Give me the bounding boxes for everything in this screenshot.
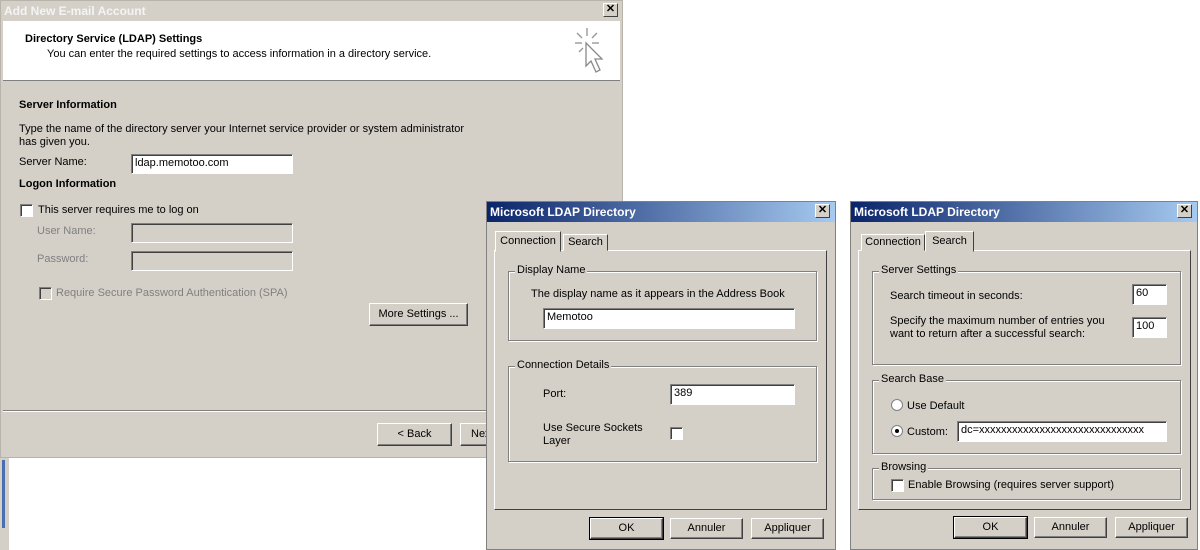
wizard-header: Directory Service (LDAP) Settings You ca…: [3, 21, 620, 81]
server-name-label: Server Name:: [19, 156, 87, 168]
browsing-legend: Browsing: [879, 461, 929, 473]
use-default-radio[interactable]: [891, 399, 903, 411]
tab-connection[interactable]: Connection: [861, 234, 925, 251]
ldap-dialog-connection: Microsoft LDAP Directory ✕ Connection Se…: [486, 201, 836, 550]
password-label: Password:: [37, 253, 89, 265]
apply-button[interactable]: Appliquer: [1115, 517, 1188, 538]
tab-search[interactable]: Search: [563, 234, 608, 251]
apply-button[interactable]: Appliquer: [751, 518, 824, 539]
more-settings-button[interactable]: More Settings ...: [369, 303, 468, 326]
logon-required-label: This server requires me to log on: [38, 204, 199, 216]
header-title: Directory Service (LDAP) Settings: [25, 33, 203, 45]
window-title: Add New E-mail Account: [4, 4, 146, 18]
logon-info-heading: Logon Information: [19, 178, 117, 190]
ssl-label-line1: Use Secure Sockets: [543, 422, 643, 434]
ldap-dialog-search: Microsoft LDAP Directory ✕ Connection Se…: [850, 201, 1198, 550]
search-base-group: Search Base: [872, 373, 1181, 454]
server-info-heading: Server Information: [19, 99, 117, 111]
back-button[interactable]: < Back: [377, 423, 452, 446]
tab-search[interactable]: Search: [925, 231, 974, 252]
custom-base-input[interactable]: dc=xxxxxxxxxxxxxxxxxxxxxxxxxxxxxx: [957, 421, 1167, 442]
connection-details-group: Connection Details: [508, 359, 817, 462]
title-bar: Add New E-mail Account ✕: [1, 1, 622, 21]
close-button[interactable]: ✕: [815, 204, 830, 218]
use-default-label: Use Default: [907, 400, 965, 412]
server-name-input[interactable]: ldap.memotoo.com: [131, 154, 293, 174]
display-name-description: The display name as it appears in the Ad…: [531, 288, 785, 300]
server-info-desc-2: has given you.: [19, 136, 90, 148]
ssl-label-line2: Layer: [543, 435, 571, 447]
header-subtitle: You can enter the required settings to a…: [47, 48, 432, 60]
dialog-title: Microsoft LDAP Directory: [490, 205, 636, 219]
tab-connection[interactable]: Connection: [495, 231, 561, 252]
server-info-desc-1: Type the name of the directory server yo…: [19, 123, 465, 135]
username-label: User Name:: [37, 225, 96, 237]
enable-browsing-checkbox[interactable]: [891, 479, 904, 492]
connection-details-legend: Connection Details: [515, 359, 612, 371]
timeout-input[interactable]: 60: [1132, 284, 1167, 305]
display-name-group: Display Name: [508, 264, 817, 341]
dialog-title: Microsoft LDAP Directory: [854, 205, 1000, 219]
display-name-legend: Display Name: [515, 264, 588, 276]
spa-label: Require Secure Password Authentication (…: [56, 287, 288, 299]
cursor-sparkle-icon: [575, 28, 604, 73]
max-entries-label-2: want to return after a successful search…: [890, 328, 1086, 340]
ssl-checkbox[interactable]: [670, 427, 683, 440]
logon-required-checkbox[interactable]: [20, 204, 33, 217]
port-input[interactable]: 389: [670, 384, 795, 405]
custom-label: Custom:: [907, 426, 948, 438]
background-window-edge: [0, 458, 9, 550]
spa-checkbox[interactable]: [39, 287, 52, 300]
enable-browsing-label: Enable Browsing (requires server support…: [908, 479, 1115, 491]
close-button[interactable]: ✕: [603, 3, 618, 17]
cancel-button[interactable]: Annuler: [1034, 517, 1107, 538]
server-settings-legend: Server Settings: [879, 264, 959, 276]
ok-button[interactable]: OK: [589, 517, 664, 540]
close-button[interactable]: ✕: [1177, 204, 1192, 218]
ok-button[interactable]: OK: [953, 516, 1028, 539]
password-input[interactable]: [131, 251, 293, 271]
display-name-input[interactable]: Memotoo: [543, 308, 795, 329]
username-input[interactable]: [131, 223, 293, 243]
search-base-legend: Search Base: [879, 373, 946, 385]
custom-radio[interactable]: [891, 425, 903, 437]
port-label: Port:: [543, 388, 567, 400]
cancel-button[interactable]: Annuler: [670, 518, 743, 539]
timeout-label: Search timeout in seconds:: [890, 290, 1023, 302]
max-entries-input[interactable]: 100: [1132, 317, 1167, 338]
title-bar: Microsoft LDAP Directory ✕: [851, 202, 1197, 222]
max-entries-label-1: Specify the maximum number of entries yo…: [890, 315, 1105, 327]
title-bar: Microsoft LDAP Directory ✕: [487, 202, 835, 222]
